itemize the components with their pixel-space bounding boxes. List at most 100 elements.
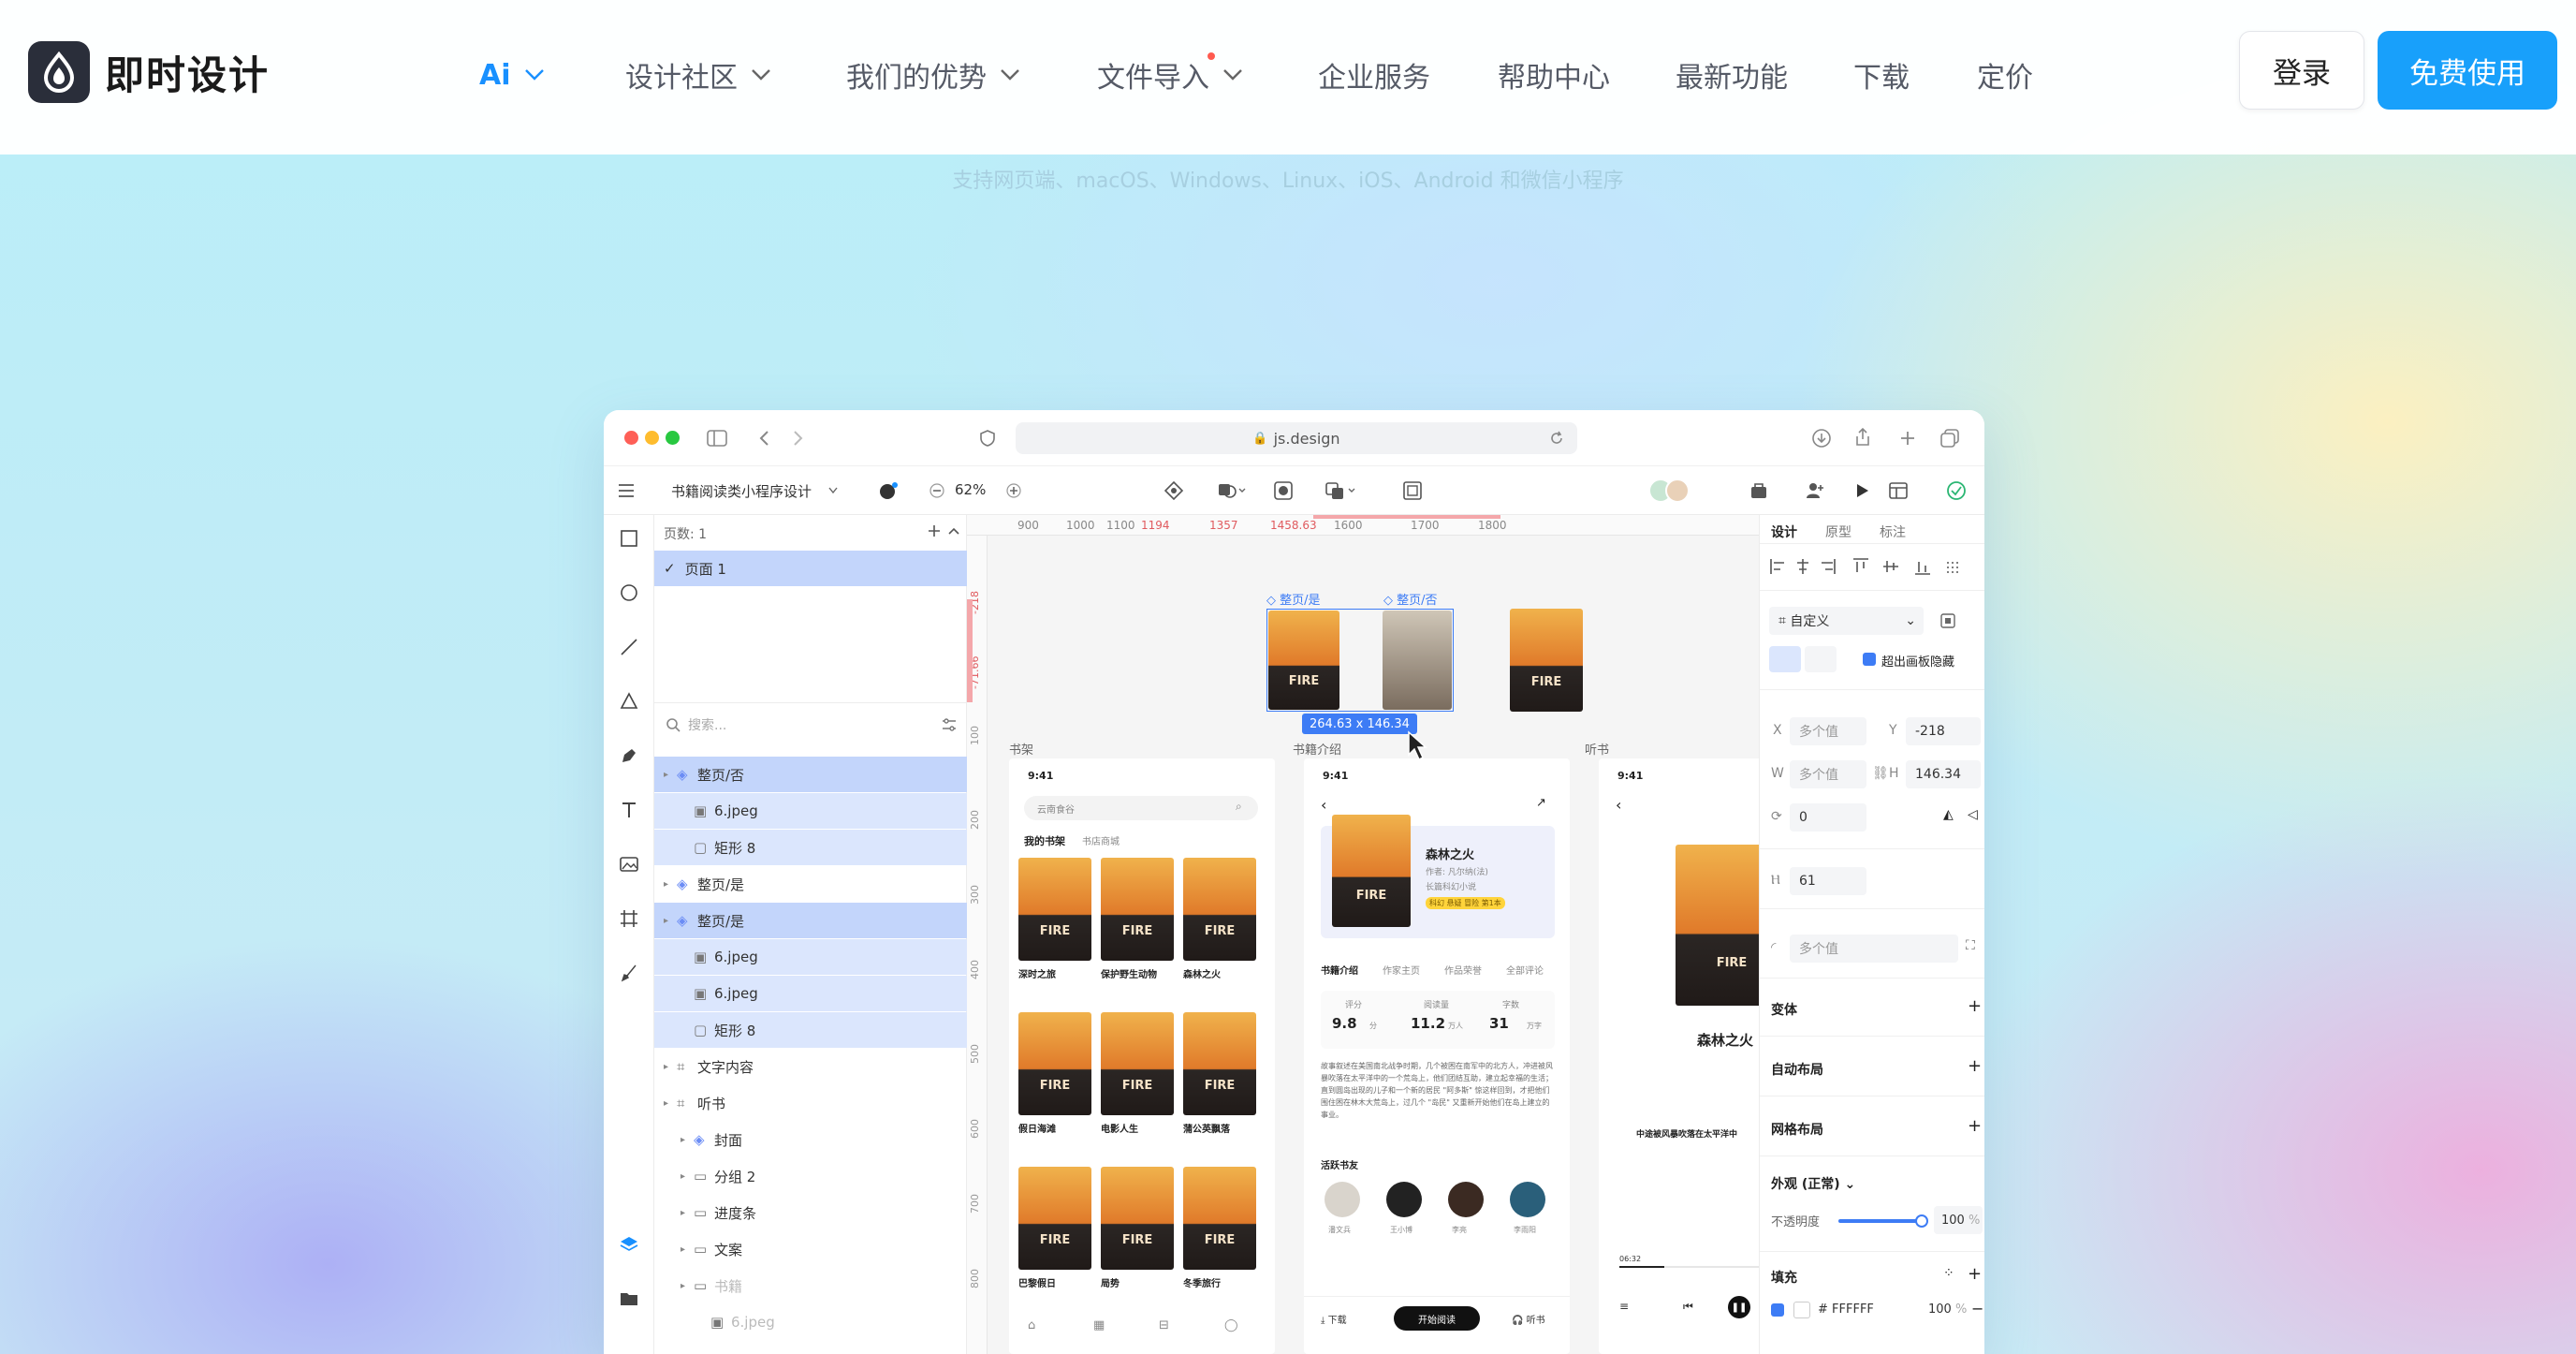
ellipse-tool-icon[interactable]: [619, 582, 639, 603]
fill-opacity[interactable]: 100 %: [1928, 1302, 1967, 1317]
add-grid-icon[interactable]: +: [1968, 1116, 1982, 1136]
fill-visible-checkbox[interactable]: [1771, 1303, 1784, 1317]
nav-item-8[interactable]: 定价: [1977, 47, 2033, 103]
bookmark-icon[interactable]: ⊟: [1159, 1318, 1169, 1332]
sidebar-toggle-icon[interactable]: [707, 429, 727, 448]
assets-folder-icon[interactable]: [619, 1288, 639, 1309]
add-variant-icon[interactable]: +: [1968, 996, 1982, 1016]
remove-fill-icon[interactable]: −: [1971, 1300, 1983, 1317]
intro-tab[interactable]: 作品荣誉: [1444, 963, 1482, 977]
mask-icon[interactable]: [1273, 480, 1294, 501]
appearance-section[interactable]: 外观 (正常) ⌄: [1771, 1174, 1855, 1193]
frame-label-intro[interactable]: 书籍介绍: [1293, 740, 1341, 758]
ai-assistant-icon[interactable]: [877, 480, 900, 501]
group-photo-thumb[interactable]: [1383, 611, 1452, 710]
nav-item-1[interactable]: 设计社区: [625, 47, 771, 103]
layer-search-input[interactable]: 搜索...: [688, 715, 726, 734]
listen-button[interactable]: 🎧 听书: [1512, 1312, 1545, 1326]
frame-tool-icon[interactable]: [619, 908, 639, 929]
nav-item-5[interactable]: 帮助中心: [1498, 47, 1610, 103]
free-use-button[interactable]: 免费使用: [2378, 31, 2557, 110]
grid-icon[interactable]: ▦: [1093, 1318, 1105, 1332]
login-button[interactable]: 登录: [2239, 31, 2364, 110]
opacity-input[interactable]: 100 %: [1934, 1206, 1983, 1234]
collaborator-avatar[interactable]: [1665, 478, 1690, 503]
frame-icon[interactable]: [1402, 480, 1423, 501]
book-cover[interactable]: [1101, 1167, 1174, 1270]
layers-icon[interactable]: [619, 1234, 639, 1255]
flip-vertical-icon[interactable]: ◁: [1968, 807, 1978, 822]
image-tool-icon[interactable]: [619, 854, 639, 875]
clip-checkbox[interactable]: [1863, 653, 1876, 666]
brush-tool-icon[interactable]: [619, 963, 639, 983]
boolean-ops-icon[interactable]: [1217, 480, 1247, 501]
line-tool-icon[interactable]: [619, 637, 639, 657]
constrain-ratio-icon[interactable]: ⛓: [1872, 766, 1889, 781]
add-fill-icon[interactable]: +: [1968, 1264, 1982, 1284]
expand-caret-icon[interactable]: ▸: [681, 1244, 694, 1255]
nav-item-6[interactable]: 最新功能: [1676, 47, 1788, 103]
nav-item-0[interactable]: Ai: [479, 47, 545, 103]
layer-row[interactable]: ▸ ▭ 进度条: [654, 1195, 967, 1230]
book-cover-thumb[interactable]: [1268, 611, 1339, 710]
expand-caret-icon[interactable]: ▸: [681, 1208, 694, 1218]
w-input[interactable]: 多个值: [1790, 760, 1866, 788]
back-icon[interactable]: [758, 429, 771, 448]
expand-caret-icon[interactable]: ▸: [664, 1062, 677, 1072]
zoom-out-icon[interactable]: [929, 483, 944, 498]
layer-row[interactable]: ▢ 矩形 8: [654, 1012, 967, 1048]
shelf-search-bar[interactable]: 云南食谷 ⌕: [1024, 796, 1258, 820]
polygon-tool-icon[interactable]: [619, 691, 639, 712]
property-tab[interactable]: 原型: [1825, 522, 1852, 541]
share-people-icon[interactable]: [1805, 480, 1825, 501]
nav-item-2[interactable]: 我们的优势: [846, 47, 1020, 103]
arrange-icon[interactable]: [1325, 480, 1358, 501]
zoom-level[interactable]: 62%: [955, 481, 986, 498]
back-icon[interactable]: ‹: [1321, 796, 1326, 814]
expand-caret-icon[interactable]: ▸: [681, 1171, 694, 1182]
property-tab[interactable]: 设计: [1771, 522, 1797, 541]
expand-caret-icon[interactable]: ▸: [664, 1098, 677, 1109]
layer-row[interactable]: ▸ ▭ 分组 2: [654, 1158, 967, 1194]
book-cover[interactable]: [1101, 1012, 1174, 1115]
fit-frame-icon[interactable]: [1939, 612, 1956, 629]
layer-row[interactable]: ▸ ◈ 封面: [654, 1122, 967, 1157]
frame-label-shelf[interactable]: 书架: [1009, 740, 1033, 758]
avatar[interactable]: [1448, 1182, 1484, 1217]
flip-horizontal-icon[interactable]: ◭: [1943, 807, 1954, 822]
layer-row[interactable]: ▸ ◈ 整页/是: [654, 903, 967, 938]
fill-color-swatch[interactable]: [1793, 1302, 1810, 1318]
rotation-input[interactable]: 0: [1790, 803, 1866, 832]
maximize-window-icon[interactable]: [666, 431, 680, 445]
playlist-icon[interactable]: ≡: [1619, 1300, 1629, 1313]
nav-item-4[interactable]: 企业服务: [1318, 47, 1430, 103]
intro-tab[interactable]: 书籍介绍: [1321, 963, 1358, 977]
brand-logo[interactable]: 即时设计: [28, 41, 270, 103]
start-reading-button[interactable]: 开始阅读: [1394, 1306, 1480, 1331]
layer-row[interactable]: ▣ 6.jpeg: [654, 939, 967, 975]
avatar[interactable]: [1386, 1182, 1422, 1217]
layer-row[interactable]: ▸ ▭ 书籍: [654, 1268, 967, 1303]
layer-row[interactable]: ▣ 6.jpeg: [654, 976, 967, 1011]
design-canvas[interactable]: 900 1000 1100 1194 1357 1458.63 1600 1700 1800 -…: [967, 515, 1759, 1354]
property-tab[interactable]: 标注: [1880, 522, 1906, 541]
book-cover[interactable]: [1101, 858, 1174, 961]
play-prototype-icon[interactable]: [1852, 481, 1871, 500]
layer-row[interactable]: ▢ 矩形 8: [654, 830, 967, 865]
book-cover[interactable]: [1018, 858, 1091, 961]
book-cover[interactable]: [1183, 858, 1256, 961]
rectangle-tool-icon[interactable]: [619, 528, 639, 549]
layer-row[interactable]: ▸ ◈ 整页/否: [654, 757, 967, 792]
add-page-icon[interactable]: [928, 524, 941, 537]
opacity-slider-handle[interactable]: [1915, 1214, 1928, 1228]
back-icon[interactable]: ‹: [1616, 796, 1621, 814]
phone-frame-shelf[interactable]: 9:41 云南食谷 ⌕ 我的书架 书店商城 深时之旅 保护野生动物 森林之火假日海滩…: [1009, 758, 1275, 1354]
profile-icon[interactable]: ◯: [1224, 1318, 1238, 1332]
portrait-icon[interactable]: [1769, 646, 1801, 672]
expand-caret-icon[interactable]: ▸: [664, 916, 677, 926]
phone-frame-intro[interactable]: 9:41 ‹ ↗ 森林之火 作者: 凡尔纳(法) 长篇科幻小说 科幻 悬疑 冒险…: [1304, 758, 1570, 1354]
expand-caret-icon[interactable]: ▸: [664, 879, 677, 890]
spacing-input[interactable]: 61: [1790, 867, 1866, 895]
layer-row[interactable]: ▣ 6.jpeg: [654, 793, 967, 829]
pause-icon[interactable]: ❚❚: [1728, 1296, 1750, 1318]
